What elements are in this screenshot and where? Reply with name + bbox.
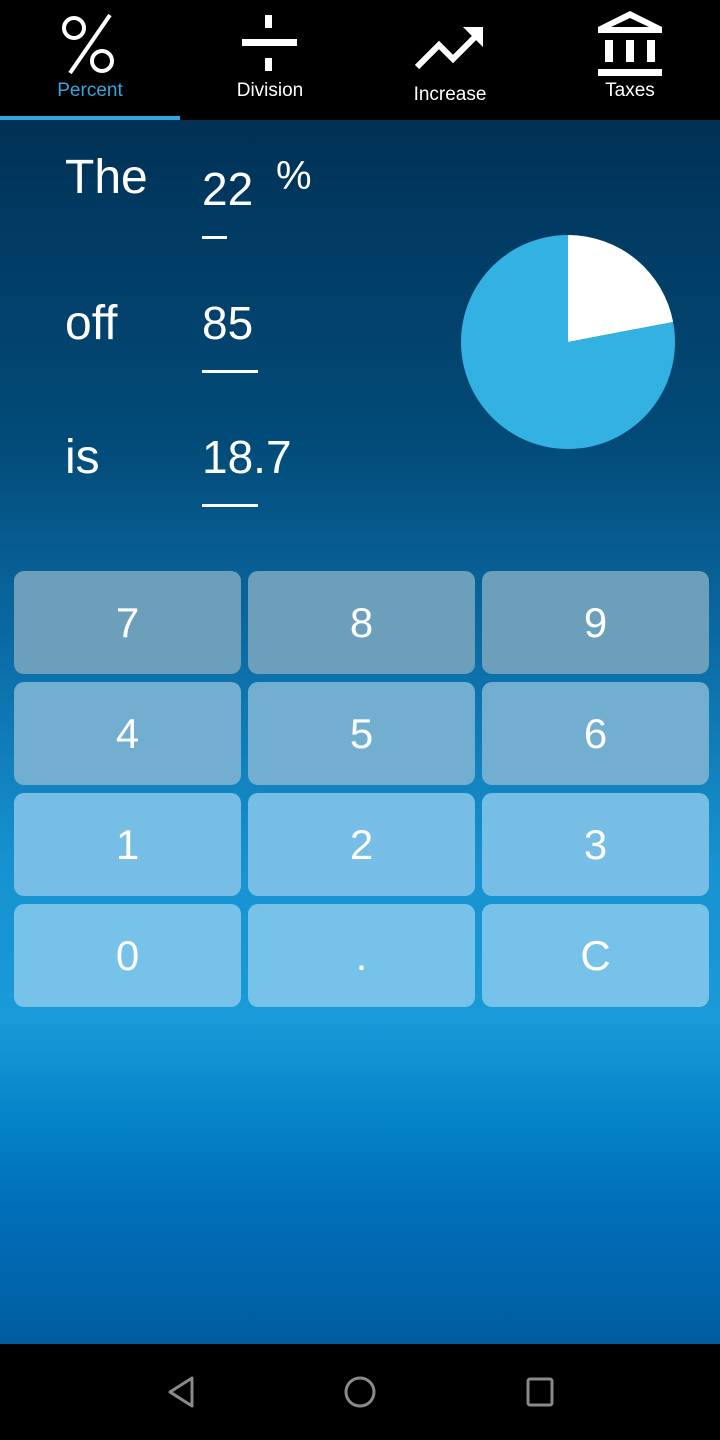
key-9[interactable]: 9 — [482, 571, 709, 674]
active-tab-indicator — [0, 116, 180, 120]
tab-underline — [180, 116, 360, 120]
key-6[interactable]: 6 — [482, 682, 709, 785]
label-the: The — [65, 151, 148, 204]
result-value-underline — [202, 504, 258, 507]
tab-taxes[interactable]: Taxes — [540, 0, 720, 120]
percent-input-underline — [202, 236, 227, 239]
key-4[interactable]: 4 — [14, 682, 241, 785]
percent-icon — [55, 8, 125, 78]
tab-percent-label: Percent — [57, 80, 123, 101]
tab-division[interactable]: Division — [180, 0, 360, 120]
recents-button[interactable] — [520, 1372, 560, 1412]
trending-up-icon — [415, 8, 485, 78]
result-value[interactable]: 18.7 — [202, 430, 292, 484]
key-1[interactable]: 1 — [14, 793, 241, 896]
pie-chart — [458, 232, 678, 452]
bank-icon — [595, 8, 665, 78]
keypad: 7 8 9 4 5 6 1 2 3 0 . C — [14, 571, 709, 1007]
tab-taxes-label: Taxes — [605, 80, 655, 101]
division-icon — [235, 8, 305, 78]
recents-square-icon — [526, 1377, 554, 1407]
tab-increase[interactable]: Increase — [360, 0, 540, 120]
key-3[interactable]: 3 — [482, 793, 709, 896]
key-2[interactable]: 2 — [248, 793, 475, 896]
home-button[interactable] — [340, 1372, 380, 1412]
key-8[interactable]: 8 — [248, 571, 475, 674]
app-background: Percent Division Increase Taxes The 22 %… — [0, 0, 720, 1344]
tab-underline — [540, 116, 720, 120]
home-circle-icon — [344, 1376, 376, 1408]
key-clear[interactable]: C — [482, 904, 709, 1007]
key-5[interactable]: 5 — [248, 682, 475, 785]
percent-sign: % — [276, 154, 312, 198]
percent-input[interactable]: 22 — [202, 162, 253, 216]
pie-chart-svg — [460, 235, 675, 449]
back-triangle-icon — [168, 1376, 194, 1408]
tab-underline — [360, 116, 540, 120]
system-nav-bar — [0, 1344, 720, 1440]
tab-percent[interactable]: Percent — [0, 0, 180, 120]
back-button[interactable] — [162, 1372, 202, 1412]
label-off: off — [65, 297, 118, 350]
tab-division-label: Division — [236, 80, 304, 101]
key-0[interactable]: 0 — [14, 904, 241, 1007]
base-value-input[interactable]: 85 — [202, 296, 253, 350]
label-is: is — [65, 431, 100, 484]
key-7[interactable]: 7 — [14, 571, 241, 674]
key-decimal[interactable]: . — [248, 904, 475, 1007]
base-value-underline — [202, 370, 258, 373]
tab-bar: Percent Division Increase Taxes — [0, 0, 720, 120]
tab-increase-label: Increase — [413, 84, 487, 105]
